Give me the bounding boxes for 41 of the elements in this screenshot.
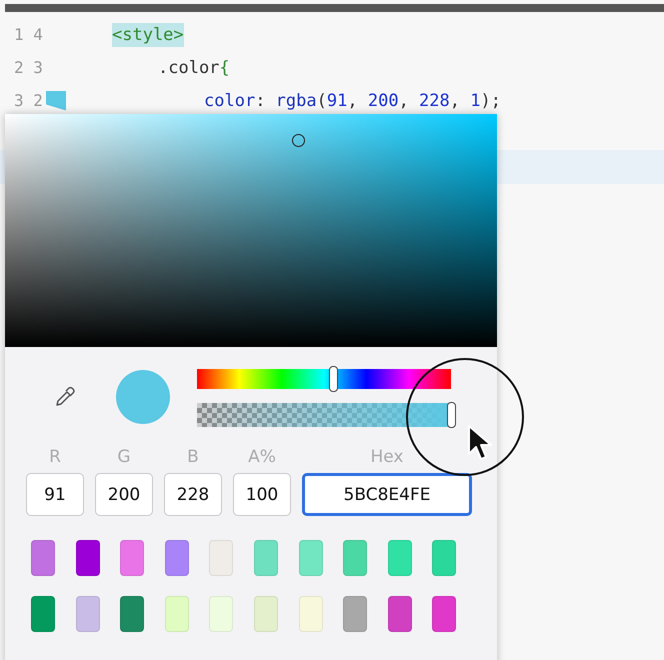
- code-line: color: rgba(91, 200, 228, 1);: [204, 90, 501, 112]
- picker-handle[interactable]: [292, 134, 305, 147]
- color-swatch[interactable]: [76, 596, 100, 632]
- field-label: R: [49, 447, 61, 467]
- field-label: G: [117, 447, 131, 467]
- line-number: 1 4: [14, 25, 44, 44]
- color-swatch[interactable]: [343, 596, 368, 632]
- color-swatch[interactable]: [343, 540, 368, 576]
- color-swatch[interactable]: [254, 596, 278, 632]
- slider-thumb[interactable]: [328, 366, 338, 392]
- input-field[interactable]: 228: [164, 473, 222, 516]
- field-label: A%: [248, 447, 276, 467]
- field-label: Hex: [370, 447, 404, 467]
- color-swatch[interactable]: [31, 596, 55, 632]
- field-label: B: [187, 447, 199, 467]
- input-field[interactable]: 200: [95, 473, 153, 516]
- color-swatch-icon[interactable]: [46, 90, 66, 110]
- color-swatch[interactable]: [31, 540, 55, 576]
- color-swatch[interactable]: [432, 540, 456, 576]
- color-swatch[interactable]: [298, 540, 323, 576]
- color-swatch[interactable]: [120, 596, 144, 632]
- color-swatch[interactable]: [209, 540, 234, 576]
- line-number: 2 3: [14, 58, 44, 77]
- slider-thumb[interactable]: [447, 402, 456, 428]
- color-swatch[interactable]: [432, 596, 456, 632]
- color-swatch[interactable]: [254, 540, 278, 576]
- color-swatch[interactable]: [164, 540, 189, 576]
- input-field[interactable]: 91: [26, 473, 84, 516]
- input-field[interactable]: 5BC8E4FE: [302, 473, 472, 516]
- color-swatch[interactable]: [298, 596, 323, 632]
- code-line: .color{: [158, 56, 230, 80]
- input-field[interactable]: 100: [233, 473, 291, 516]
- line-number: 3 2: [14, 91, 44, 110]
- color-swatch[interactable]: [209, 596, 234, 632]
- color-preview: [116, 370, 170, 424]
- color-swatch[interactable]: [120, 540, 144, 576]
- color-swatch[interactable]: [388, 596, 412, 632]
- saturation-brightness-area[interactable]: [5, 114, 497, 347]
- color-swatch[interactable]: [76, 540, 100, 576]
- color-swatch[interactable]: [388, 540, 412, 576]
- color-swatch[interactable]: [164, 596, 189, 632]
